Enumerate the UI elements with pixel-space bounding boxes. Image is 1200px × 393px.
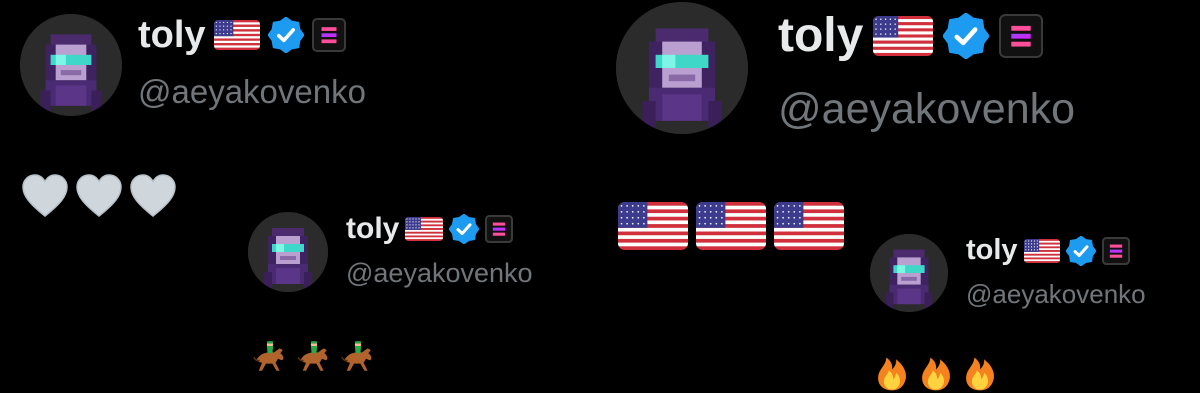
white-heart-icon [128, 172, 178, 222]
us-flag-icon [774, 202, 844, 250]
display-name[interactable]: toly [966, 234, 1018, 267]
username-handle[interactable]: @aeyakovenko [966, 279, 1146, 310]
display-name[interactable]: toly [138, 14, 206, 57]
avatar[interactable] [616, 2, 748, 134]
profile-header: toly @aeyakovenko [20, 14, 366, 116]
fire-icon [960, 352, 1000, 392]
solana-affiliate-badge-icon[interactable] [999, 13, 1044, 58]
horse-racing-icon [294, 334, 334, 374]
horse-racing-icon [338, 334, 378, 374]
solana-affiliate-badge-icon[interactable] [485, 214, 514, 243]
solana-affiliate-badge-icon[interactable] [1101, 236, 1130, 265]
horse-racing-icon [250, 334, 290, 374]
us-flag-icon [405, 216, 444, 241]
verified-badge-icon[interactable] [449, 213, 480, 244]
us-flag-icon [1023, 238, 1060, 263]
verified-badge-icon[interactable] [267, 17, 304, 53]
avatar[interactable] [20, 14, 122, 116]
emoji-row [872, 352, 1004, 392]
us-flag-icon [213, 20, 260, 50]
username-handle[interactable]: @aeyakovenko [346, 258, 533, 289]
profile-header: toly @aeyakovenko [870, 234, 1146, 312]
profile-header: toly @aeyakovenko [616, 2, 1075, 134]
us-flag-icon [873, 15, 934, 56]
solana-affiliate-badge-icon[interactable] [311, 18, 346, 52]
username-handle[interactable]: @aeyakovenko [778, 85, 1075, 134]
display-name[interactable]: toly [346, 212, 399, 246]
fire-icon [916, 352, 956, 392]
verified-badge-icon[interactable] [1065, 235, 1096, 266]
avatar[interactable] [870, 234, 948, 312]
us-flag-icon [618, 202, 688, 250]
verified-badge-icon[interactable] [943, 12, 990, 59]
us-flag-icon [696, 202, 766, 250]
profile-header: toly @aeyakovenko [248, 212, 533, 292]
white-heart-icon [20, 172, 70, 222]
username-handle[interactable]: @aeyakovenko [138, 73, 366, 111]
emoji-row [250, 334, 382, 374]
avatar[interactable] [248, 212, 328, 292]
emoji-row [618, 202, 852, 250]
white-heart-icon [74, 172, 124, 222]
display-name[interactable]: toly [778, 8, 863, 63]
fire-icon [872, 352, 912, 392]
emoji-row [20, 172, 182, 222]
